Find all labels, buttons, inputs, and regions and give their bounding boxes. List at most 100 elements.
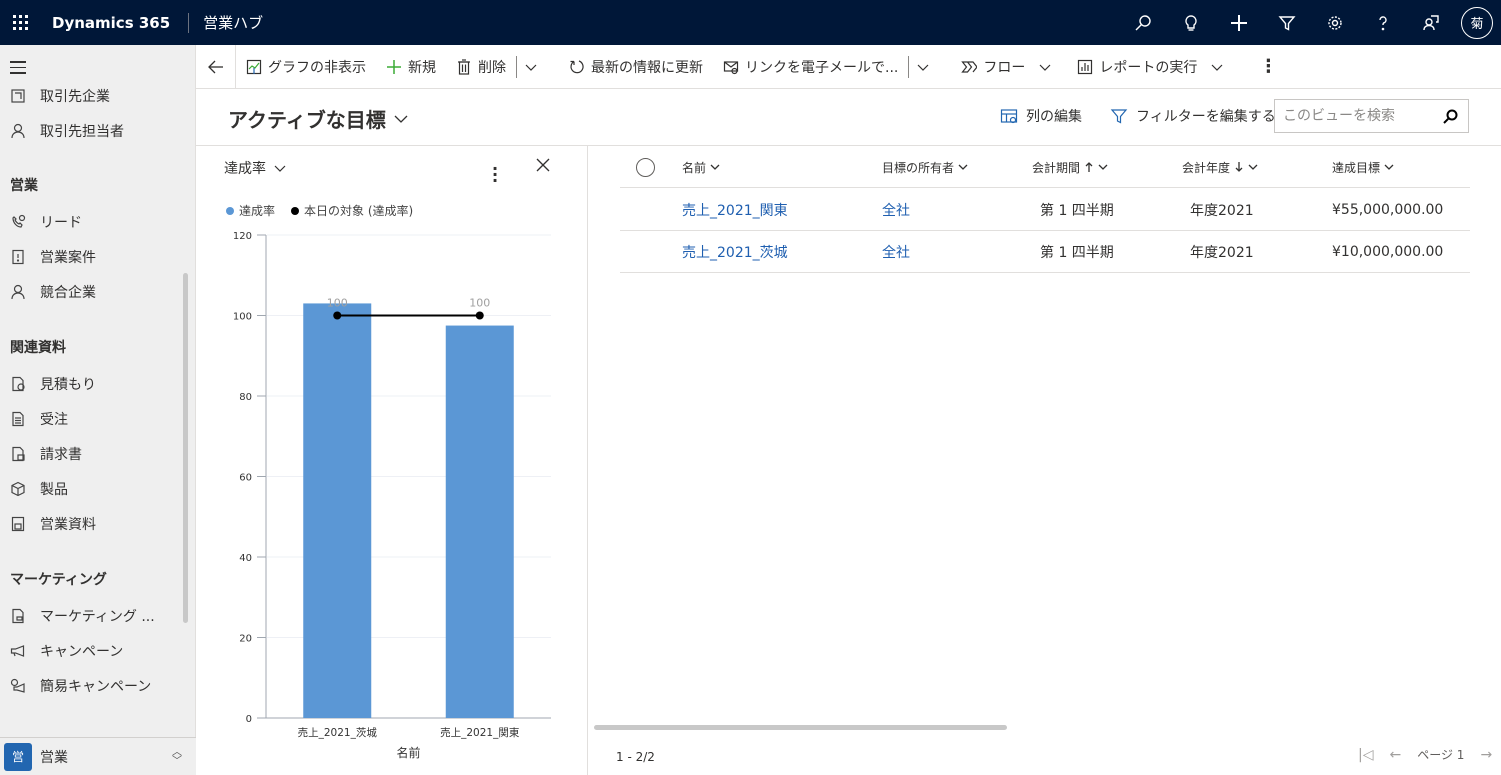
sidebar-item-leads[interactable]: リード	[0, 205, 184, 239]
previous-page-icon[interactable]: ←	[1389, 747, 1401, 763]
view-selector[interactable]: アクティブな目標	[228, 104, 408, 133]
sidebar-item-orders[interactable]: 受注	[0, 402, 184, 436]
more-delete-options-button[interactable]	[517, 45, 545, 89]
fiscal-year-cell: 年度2021	[1190, 245, 1254, 261]
up-down-chevron-icon: ︿ ﹀	[172, 747, 182, 767]
chart-more-button[interactable]: · · ·	[492, 161, 498, 189]
sidebar-scrollbar[interactable]	[183, 273, 188, 623]
goal-name-link[interactable]: 売上_2021_関東	[682, 189, 788, 231]
y-tick-label: 80	[239, 392, 252, 403]
close-chart-button[interactable]	[536, 158, 550, 172]
target-cell: ¥55,000,000.00	[1332, 202, 1444, 218]
area-switcher[interactable]: 営 営業 ︿ ﹀	[0, 737, 196, 775]
bar-2	[445, 325, 514, 718]
area-badge: 営	[4, 742, 32, 771]
lightbulb-icon	[1185, 14, 1197, 31]
grid-horizontal-scrollbar[interactable]	[594, 725, 1007, 730]
hide-chart-button[interactable]: グラフの非表示	[236, 45, 376, 89]
advanced-find-button[interactable]	[1263, 0, 1311, 45]
flow-button[interactable]: フロー	[951, 45, 1067, 89]
bar-1	[303, 303, 372, 718]
target-point-2	[475, 311, 484, 320]
chart-icon	[246, 59, 262, 74]
refresh-icon	[570, 59, 584, 73]
new-record-button[interactable]	[1215, 0, 1263, 45]
quote-icon	[12, 376, 25, 392]
goal-owner-link[interactable]: 全社	[882, 231, 910, 273]
brand-name[interactable]: Dynamics 365	[52, 14, 170, 32]
sidebar-item-quotes[interactable]: 見積もり	[0, 367, 184, 401]
sidebar-item-label: 取引先企業	[40, 89, 110, 105]
more-commands-button[interactable]: ⋮	[1239, 45, 1287, 89]
sidebar-item-label: 見積もり	[40, 377, 96, 393]
chevron-down-icon	[1211, 64, 1223, 71]
app-launcher-button[interactable]	[0, 0, 40, 45]
sidebar-item-invoices[interactable]: 請求書	[0, 437, 184, 471]
legend-dot	[291, 206, 300, 215]
email-link-icon	[723, 60, 739, 74]
table-row[interactable]: 売上_2021_関東 全社 第 1 四半期 年度2021 ¥55,000,000…	[620, 189, 1470, 231]
help-button[interactable]	[1359, 0, 1407, 45]
first-page-icon[interactable]: |◁	[1358, 747, 1373, 763]
refresh-button[interactable]: 最新の情報に更新	[559, 45, 713, 89]
search-icon[interactable]	[1443, 109, 1458, 124]
sort-descending-icon	[1235, 162, 1243, 172]
view-search-input[interactable]	[1283, 108, 1433, 124]
user-avatar[interactable]: 菊	[1461, 6, 1493, 39]
suggestions-button[interactable]	[1167, 0, 1215, 45]
chart-title: 達成率	[224, 161, 266, 177]
settings-button[interactable]	[1311, 0, 1359, 45]
sidebar-item-campaigns[interactable]: キャンペーン	[0, 634, 184, 668]
email-link-button[interactable]: リンクを電子メールで...	[713, 45, 908, 89]
goal-name-link[interactable]: 売上_2021_茨城	[682, 231, 788, 273]
run-report-button[interactable]: レポートの実行	[1067, 45, 1239, 89]
column-label: 会計年度	[1182, 160, 1231, 175]
sidebar-item-label: マーケティング ...	[40, 609, 155, 625]
legend-item-achievement[interactable]: 達成率	[226, 202, 275, 219]
sidebar-item-products[interactable]: 製品	[0, 472, 184, 506]
account-icon	[11, 89, 25, 103]
chevron-down-icon	[1384, 164, 1394, 170]
sidebar-item-quick-campaigns[interactable]: 簡易キャンペーン	[0, 669, 184, 703]
y-tick-label: 120	[233, 231, 252, 242]
delete-button[interactable]: 削除	[446, 45, 516, 89]
sidebar-item-marketing-lists[interactable]: マーケティング ...	[0, 599, 184, 633]
select-all-checkbox[interactable]	[636, 158, 655, 177]
next-page-icon[interactable]: →	[1480, 747, 1492, 763]
legend-label: 達成率	[239, 204, 276, 218]
chart-selector[interactable]: 達成率	[224, 158, 286, 178]
sidebar-item-competitors[interactable]: 競合企業	[0, 275, 184, 309]
sidebar-item-opportunities[interactable]: 営業案件	[0, 240, 184, 274]
goal-owner-link[interactable]: 全社	[882, 189, 910, 231]
back-arrow-icon	[207, 60, 223, 73]
column-header-target[interactable]: 達成目標	[1332, 146, 1394, 188]
sitemap-sidebar: 取引先企業 取引先担当者 営業 リード 営業案件 競合企業 関連資料 見積もり …	[0, 45, 196, 775]
app-name[interactable]: 営業ハブ	[203, 12, 263, 33]
column-label: 目標の所有者	[882, 160, 955, 175]
chevron-down-icon	[525, 64, 537, 71]
column-header-fiscal-year[interactable]: 会計年度	[1182, 146, 1258, 188]
sidebar-item-contacts[interactable]: 取引先担当者	[0, 114, 184, 148]
invoice-icon	[12, 446, 25, 462]
column-header-fiscal-period[interactable]: 会計期間	[1032, 146, 1108, 188]
more-email-options-button[interactable]	[909, 45, 937, 89]
edit-columns-button[interactable]: 列の編集	[1000, 106, 1082, 126]
filter-icon	[1110, 109, 1128, 124]
target-point-1	[333, 311, 342, 320]
hamburger-menu-icon[interactable]	[10, 61, 26, 78]
back-button[interactable]	[196, 44, 236, 89]
new-button[interactable]: 新規	[376, 45, 446, 89]
edit-filters-button[interactable]: フィルターを編集する	[1110, 106, 1276, 126]
sidebar-item-accounts[interactable]: 取引先企業	[0, 79, 184, 113]
table-row[interactable]: 売上_2021_茨城 全社 第 1 四半期 年度2021 ¥10,000,000…	[620, 231, 1470, 273]
y-tick-label: 60	[239, 473, 252, 484]
legend-item-today-target[interactable]: 本日の対象 (達成率)	[291, 202, 413, 219]
sidebar-item-sales-literature[interactable]: 営業資料	[0, 507, 184, 541]
search-button[interactable]	[1119, 0, 1167, 45]
column-header-owner[interactable]: 目標の所有者	[882, 146, 968, 188]
top-navigation-bar: Dynamics 365 営業ハブ 菊	[0, 0, 1501, 45]
feedback-button[interactable]	[1407, 0, 1455, 45]
marketing-list-icon	[12, 608, 24, 624]
column-header-name[interactable]: 名前	[682, 146, 720, 188]
y-tick-label: 20	[239, 634, 252, 645]
